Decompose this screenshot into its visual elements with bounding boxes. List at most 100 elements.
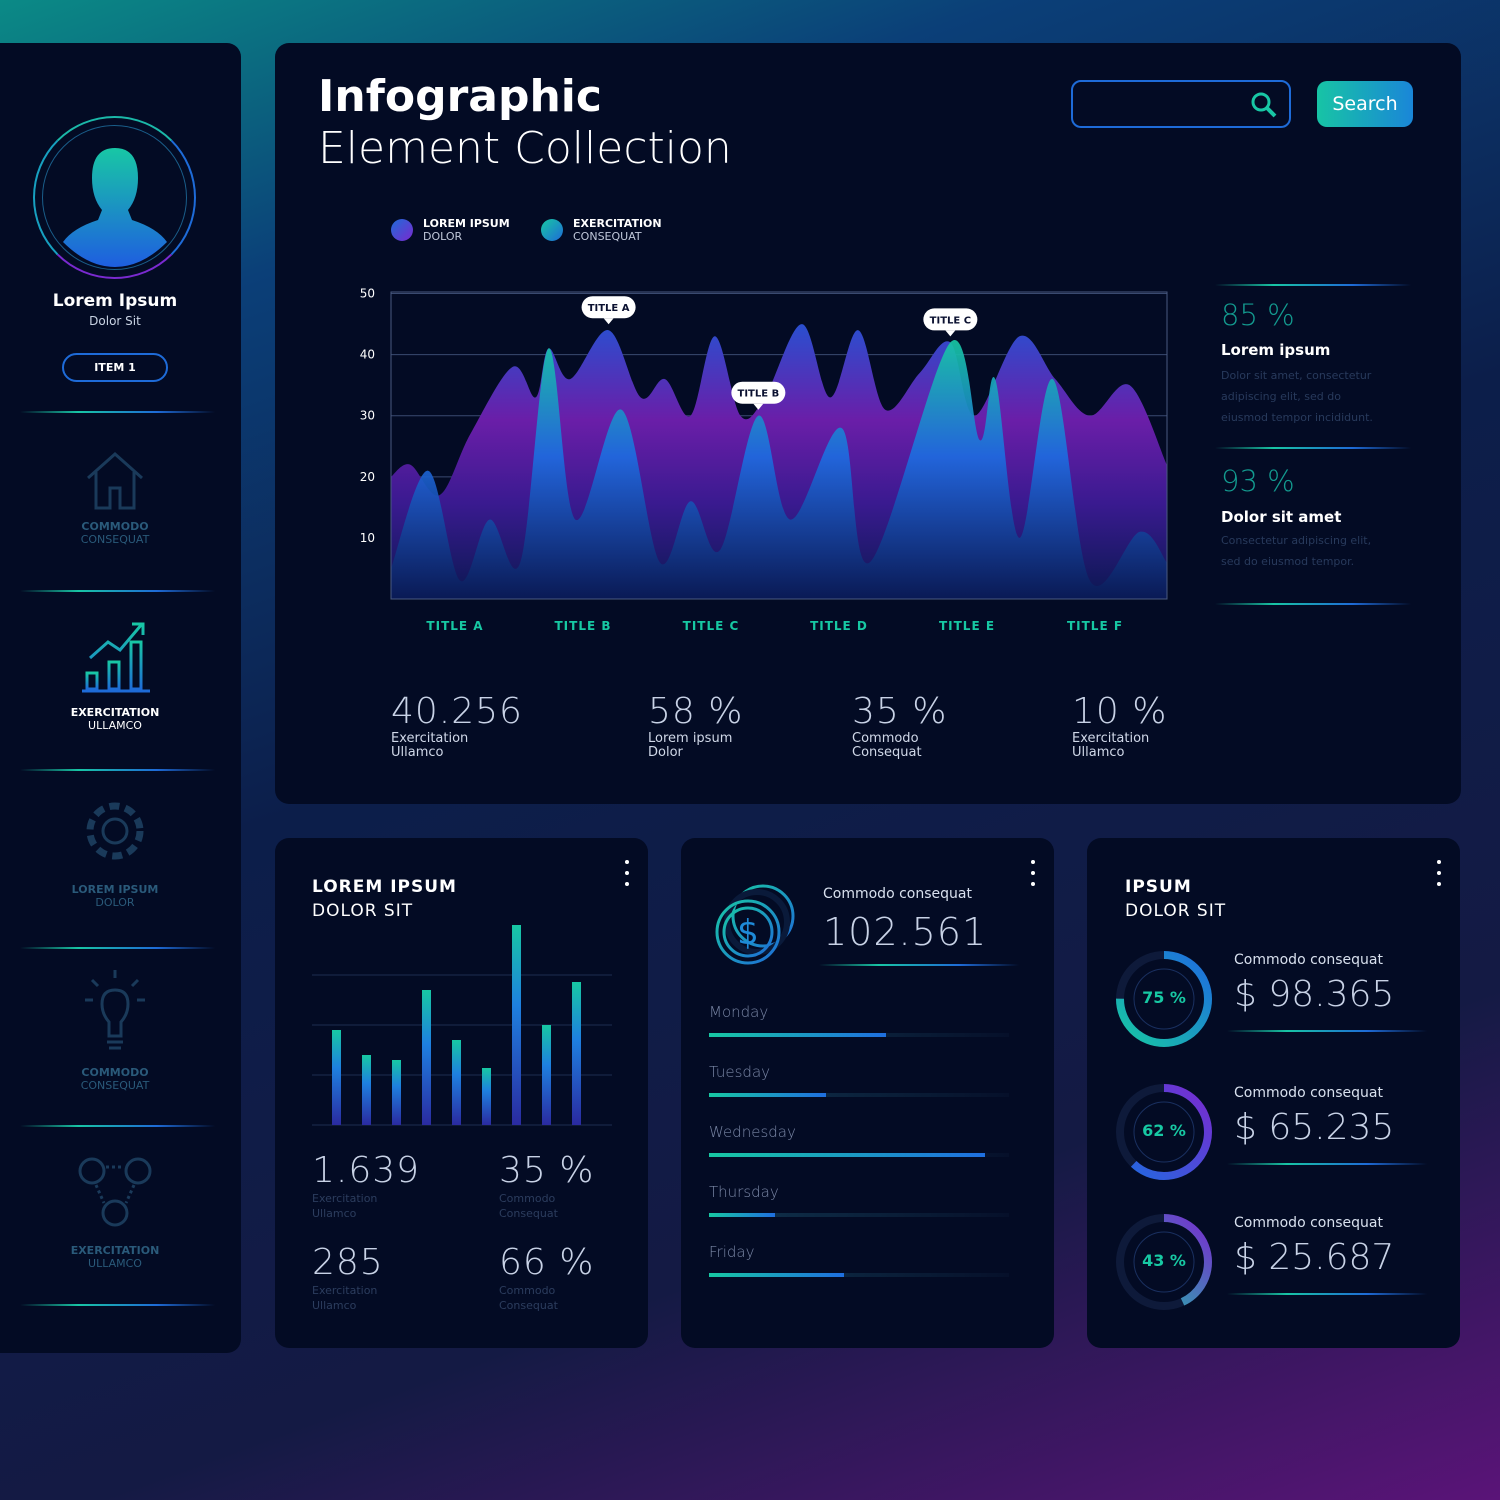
chart-callout: TITLE A [581,296,636,325]
search-icon[interactable] [1251,92,1277,118]
x-tick-label: TITLE A [426,619,483,633]
progress-fill [709,1153,985,1157]
item-1-button[interactable]: ITEM 1 [62,353,168,382]
side-stat-text: Consectetur adipiscing elit, sed do eius… [1221,534,1372,568]
stat-label: Exercitation [1072,731,1150,746]
sidebar: Lorem Ipsum Dolor Sit ITEM 1 COMMODO CONS… [0,43,241,1353]
progress-fill [709,1213,775,1217]
card-stat: 35 % Commodo Consequat [499,1150,594,1221]
stat-label: Commodo [499,1284,556,1297]
day-progress-bar [709,1033,1009,1037]
card-subtitle: DOLOR SIT [1125,901,1227,921]
bar [482,1068,491,1125]
side-stat-title: Dolor sit amet [1221,508,1342,526]
legend-sublabel: CONSEQUAT [573,230,642,243]
home-icon [87,451,143,510]
day-label: Tuesday [709,1063,771,1081]
svg-text:$: $ [737,913,759,953]
dollar-coins-icon: $ [715,884,795,965]
bar [362,1055,371,1125]
x-tick-label: TITLE C [683,619,740,633]
ring-amount: $ 98.365 [1234,974,1395,1015]
bar [332,1030,341,1125]
svg-text:TITLE C: TITLE C [930,315,971,326]
ring-label: Commodo consequat [1234,952,1383,968]
svg-text:TITLE A: TITLE A [588,303,630,314]
bar [452,1040,461,1125]
more-options-icon[interactable] [1437,860,1441,893]
progress-fill [709,1033,886,1037]
legend-dot [541,219,563,241]
bar [572,982,581,1125]
stat-value: 40.256 [391,691,523,732]
y-tick-label: 50 [360,287,375,301]
y-tick-label: 40 [360,348,375,362]
stat-label: Exercitation [312,1192,378,1205]
sidebar-item-sublabel: ULLAMCO [88,719,142,732]
search-input[interactable] [1071,80,1291,128]
bar [542,1025,551,1125]
card-title: LOREM IPSUM [312,877,457,897]
search-button[interactable]: Search [1317,81,1413,127]
ring-amount: $ 65.235 [1234,1107,1395,1148]
sidebar-item-label: EXERCITATION [70,1244,160,1257]
team-icon [78,1157,152,1227]
stat-value: 285 [312,1242,384,1283]
card-stat: 1.639 Exercitation Ullamco [312,1150,420,1221]
day-progress-bar [709,1093,1009,1097]
stat-sublabel: Ullamco [312,1299,357,1312]
bar-card: LOREM IPSUM DOLOR SIT 1.639 Exercitation Ul… [275,838,648,1348]
gear-icon [86,802,144,860]
bottom-stat: 40.256 Exercitation Ullamco [391,691,523,760]
sidebar-item-label: COMMODO [81,1066,149,1079]
stat-sublabel: Dolor [648,745,683,760]
stat-sublabel: Ullamco [1072,745,1125,760]
amount-label: Commodo consequat [823,886,972,902]
stat-sublabel: Ullamco [312,1207,357,1220]
progress-fill [709,1273,844,1277]
stat-sublabel: Consequat [499,1299,558,1312]
day-label: Wednesday [709,1123,796,1141]
y-tick-label: 30 [360,409,375,423]
area-chart: 10 20 30 40 50 TITLE A TITLE B TITLE C TITLE D TI… [360,287,1168,633]
sidebar-item-sublabel: CONSEQUAT [80,1079,150,1092]
x-tick-label: TITLE D [810,619,868,633]
ring-amount: $ 25.687 [1234,1237,1395,1278]
bottom-stat: 58 % Lorem ipsum Dolor [648,691,743,760]
ring-label: Commodo consequat [1234,1085,1383,1101]
bottom-stat: 35 % Commodo Consequat [852,691,947,760]
day-progress-bar [709,1213,1009,1217]
card-stat: 285 Exercitation Ullamco [312,1242,384,1313]
sidebar-item-label: LOREM IPSUM [71,883,159,896]
svg-text:TITLE B: TITLE B [738,389,780,400]
day-label: Thursday [709,1183,779,1201]
day-label: Monday [709,1003,769,1021]
card-title: IPSUM [1125,877,1192,897]
side-stat-title: Lorem ipsum [1221,341,1331,359]
side-stat-text: Dolor sit amet, consectetur adipiscing e… [1221,369,1373,424]
stat-sublabel: Consequat [852,745,922,760]
sidebar-item-label: EXERCITATION [70,706,160,719]
stat-label: Commodo [852,731,919,746]
more-options-icon[interactable] [1031,860,1035,893]
stat-value: 10 % [1072,691,1168,732]
weekly-card: $ Commodo consequat 102.561 Monday Tuesd… [681,838,1054,1348]
legend-dot [391,219,413,241]
more-options-icon[interactable] [625,860,629,893]
stat-value: 1.639 [312,1150,421,1191]
y-tick-label: 20 [360,470,375,484]
side-stat-value: 93 % [1221,464,1295,498]
ring-percent: 75 % [1142,988,1186,1007]
user-avatar-icon [42,125,187,270]
stat-label: Lorem ipsum [648,731,733,746]
stat-sublabel: Consequat [499,1207,558,1220]
growth-chart-icon [82,622,150,693]
stat-label: Exercitation [391,731,469,746]
sidebar-item-sublabel: DOLOR [95,896,135,909]
sidebar-item-sublabel: CONSEQUAT [80,533,150,546]
lightbulb-icon [85,970,145,1050]
stat-value: 35 % [852,691,948,732]
bar-chart [312,925,612,1126]
side-stat-value: 85 % [1221,298,1295,332]
page-subtitle: Element Collection [318,123,732,174]
